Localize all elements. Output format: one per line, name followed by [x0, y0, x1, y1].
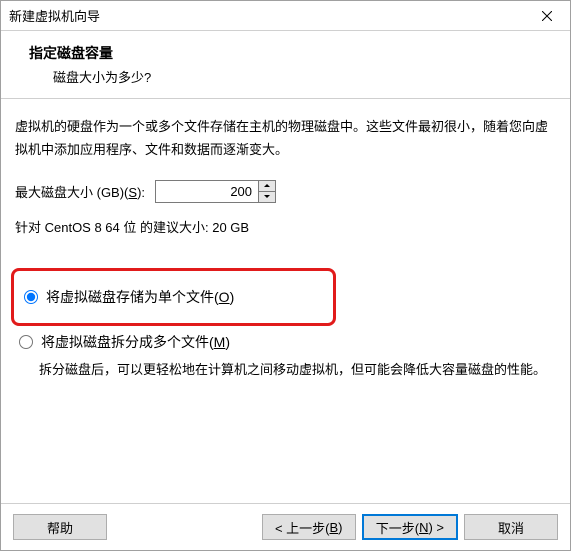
chevron-up-icon: [264, 184, 270, 187]
option-split-description: 拆分磁盘后，可以更轻松地在计算机之间移动虚拟机，但可能会降低大容量磁盘的性能。: [15, 356, 556, 381]
next-button[interactable]: 下一步(N) >: [362, 514, 458, 540]
disk-size-spinner: [155, 180, 276, 203]
wizard-footer: 帮助 < 上一步(B) 下一步(N) > 取消: [1, 503, 570, 550]
description-text: 虚拟机的硬盘作为一个或多个文件存储在主机的物理磁盘中。这些文件最初很小，随着您向…: [15, 115, 556, 162]
option-split-files-label: 将虚拟磁盘拆分成多个文件(M): [41, 332, 230, 352]
recommended-size-text: 针对 CentOS 8 64 位 的建议大小: 20 GB: [15, 217, 556, 236]
page-title: 指定磁盘容量: [29, 43, 546, 63]
disk-size-label: 最大磁盘大小 (GB)(S):: [15, 182, 145, 201]
option-split-files[interactable]: 将虚拟磁盘拆分成多个文件(M): [15, 328, 556, 356]
wizard-header: 指定磁盘容量 磁盘大小为多少?: [1, 31, 570, 99]
window-title: 新建虚拟机向导: [9, 6, 100, 25]
option-single-file[interactable]: 将虚拟磁盘存储为单个文件(O): [20, 283, 327, 311]
titlebar: 新建虚拟机向导: [1, 1, 570, 31]
highlight-annotation: 将虚拟磁盘存储为单个文件(O): [11, 268, 336, 326]
storage-options: 将虚拟磁盘存储为单个文件(O) 将虚拟磁盘拆分成多个文件(M) 拆分磁盘后，可以…: [15, 268, 556, 381]
close-button[interactable]: [524, 1, 570, 31]
back-button[interactable]: < 上一步(B): [262, 514, 356, 540]
disk-size-input[interactable]: [155, 180, 259, 203]
help-button[interactable]: 帮助: [13, 514, 107, 540]
option-single-file-radio[interactable]: [24, 290, 38, 304]
page-subtitle: 磁盘大小为多少?: [29, 67, 546, 86]
wizard-body: 虚拟机的硬盘作为一个或多个文件存储在主机的物理磁盘中。这些文件最初很小，随着您向…: [1, 99, 570, 381]
chevron-down-icon: [264, 195, 270, 198]
cancel-button[interactable]: 取消: [464, 514, 558, 540]
spin-up-button[interactable]: [259, 180, 276, 191]
spin-down-button[interactable]: [259, 191, 276, 203]
close-icon: [542, 11, 552, 21]
option-split-files-radio[interactable]: [19, 335, 33, 349]
disk-size-row: 最大磁盘大小 (GB)(S):: [15, 180, 556, 203]
option-single-file-label: 将虚拟磁盘存储为单个文件(O): [46, 287, 234, 307]
